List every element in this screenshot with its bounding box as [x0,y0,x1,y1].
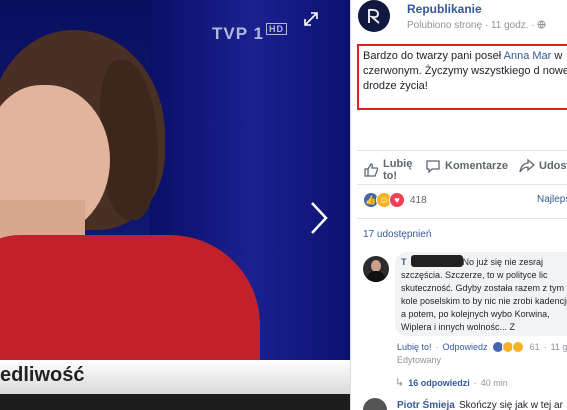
comment-text: T No już się nie zesraj szczęścia. Szczer… [401,257,567,332]
comment-actions: Lubię to! · Odpowiedz 61 · 11 g [397,341,567,353]
share-icon [519,158,535,173]
reactions-summary[interactable]: 👍 ☺ ♥ 418 [363,192,427,208]
post-text: Bardzo do twarzy pani poseł Anna Mar w c… [363,50,567,92]
post-panel: Republikanie Polubiono stronę · 11 godz.… [350,0,567,410]
commenter-name[interactable]: T [401,257,407,267]
next-comment-text: Skończy się jak w tej ar [459,400,563,410]
comment-icon [426,160,440,174]
ticker-bar [0,394,350,410]
page-name[interactable]: Republikanie [407,2,482,16]
comment-reply-link[interactable]: Odpowiedz [443,342,488,352]
comment-reactions[interactable] [491,341,524,353]
like-button[interactable]: Lubię to! [363,158,413,182]
wow-reaction-icon [511,341,524,353]
sort-comments[interactable]: Najlepsi [537,194,567,205]
view-replies[interactable]: ↳ 16 odpowiedzi · 40 min [395,376,508,389]
comment-button[interactable]: Komentarze [425,158,508,174]
photo-viewer[interactable]: TVP 1 HD edliwość [0,0,350,410]
shares-count[interactable]: 17 udostępnień [363,229,431,240]
mention-link[interactable]: Anna Mar [504,50,552,62]
tvp-logo: TVP 1 HD [212,23,287,44]
next-commenter-avatar[interactable] [363,398,387,410]
next-commenter-name[interactable]: Piotr Śmieja [397,400,455,410]
globe-icon [537,20,547,29]
divider [357,150,567,151]
reaction-count: 418 [410,194,427,206]
news-ticker: edliwość [0,360,350,394]
commenter-avatar[interactable] [363,256,389,282]
comment-like-link[interactable]: Lubię to! [397,342,432,352]
divider [357,218,567,219]
redacted-name [411,255,463,267]
love-reaction-icon: ♥ [389,192,405,208]
ticker-text: edliwość [0,364,85,386]
share-button[interactable]: Udost [519,158,567,174]
expand-icon[interactable] [300,10,322,32]
reply-arrow-icon: ↳ [395,377,405,389]
chevron-right-icon[interactable] [305,200,333,240]
post-meta: Polubiono stronę · 11 godz. · [407,20,547,31]
page-avatar[interactable] [358,0,390,32]
thumbs-up-icon [364,163,379,177]
divider [357,184,567,185]
edited-label[interactable]: Edytowany [397,355,441,365]
